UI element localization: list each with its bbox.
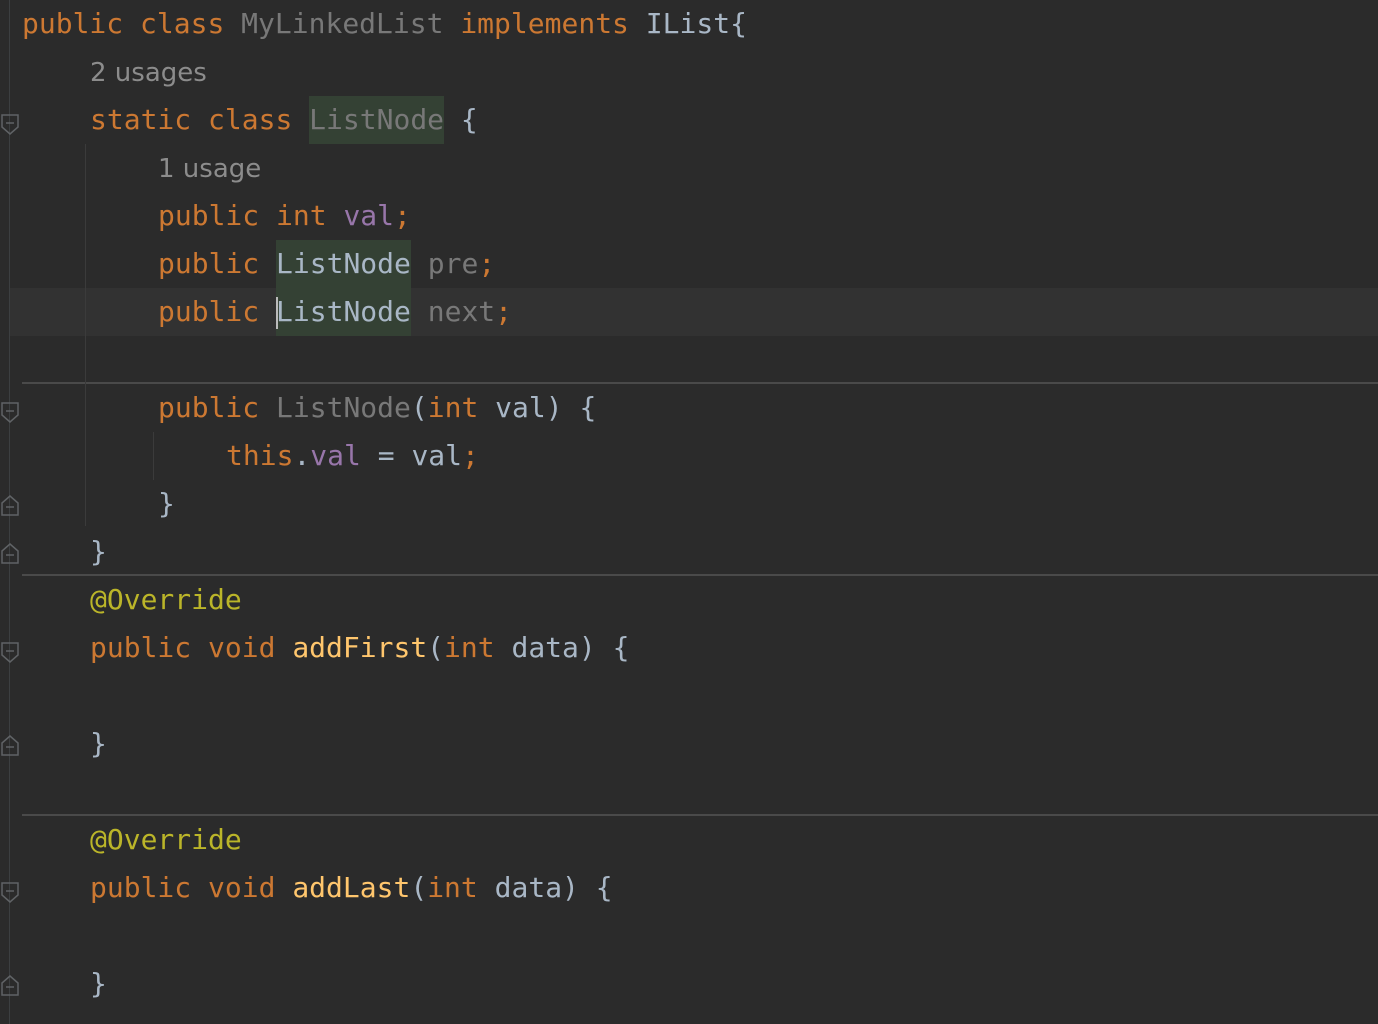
code-token: val) {: [495, 391, 597, 424]
code-token: static: [90, 103, 209, 136]
code-token: int: [276, 199, 344, 232]
usage-count-label[interactable]: 2 usages: [90, 49, 207, 97]
code-token: class: [140, 7, 242, 40]
fold-start-icon[interactable]: [1, 114, 19, 136]
code-token: data) {: [494, 871, 613, 904]
fold-end-icon[interactable]: [1, 734, 19, 756]
code-token: public: [158, 391, 277, 424]
code-token: {: [444, 103, 478, 136]
code-token: (: [410, 391, 428, 424]
code-line: @Override: [90, 816, 242, 864]
code-token: pre: [410, 247, 479, 280]
code-token: int: [427, 871, 495, 904]
code-token: (: [410, 871, 428, 904]
code-token: }: [90, 535, 107, 568]
code-line: public void addFirst(int data) {: [90, 624, 629, 672]
code-token: }: [90, 727, 107, 760]
fold-start-icon[interactable]: [1, 642, 19, 664]
code-token: addLast: [292, 871, 411, 904]
code-token: val: [310, 439, 361, 472]
code-token: public: [90, 631, 209, 664]
code-line: public ListNode next;: [158, 288, 512, 336]
code-line: public class MyLinkedList implements ILi…: [22, 0, 747, 48]
code-token: IList: [645, 7, 731, 40]
usage-count-label[interactable]: 1 usage: [158, 145, 261, 193]
fold-start-icon[interactable]: [1, 882, 19, 904]
code-token: addFirst: [292, 631, 428, 664]
code-token: public: [158, 295, 277, 328]
code-token: ;: [478, 247, 496, 280]
code-line: }: [90, 528, 107, 576]
code-token: (: [427, 631, 445, 664]
code-token: ;: [394, 199, 411, 232]
fold-end-icon[interactable]: [1, 974, 19, 996]
code-token: }: [158, 487, 175, 520]
code-token: implements: [460, 7, 646, 40]
usage-hint[interactable]: 1 usage: [158, 144, 261, 192]
code-token: public: [158, 199, 277, 232]
text-caret: [276, 297, 279, 329]
code-token: public: [90, 871, 209, 904]
code-token: }: [90, 967, 107, 1000]
code-token: .: [293, 439, 311, 472]
code-token: @Override: [90, 583, 242, 616]
code-token: class: [208, 103, 310, 136]
code-line: public void addLast(int data) {: [90, 864, 613, 912]
indent-guide: [85, 144, 86, 526]
fold-end-icon[interactable]: [1, 542, 19, 564]
code-token: this: [226, 439, 294, 472]
usage-hint[interactable]: 2 usages: [90, 48, 207, 96]
code-line: public int val;: [158, 192, 411, 240]
code-line: this.val = val;: [226, 432, 479, 480]
code-token: ;: [462, 439, 479, 472]
code-token: int: [444, 631, 512, 664]
code-token: public: [158, 247, 277, 280]
code-token: data) {: [511, 631, 630, 664]
code-line: }: [90, 960, 107, 1008]
code-token: void: [208, 631, 293, 664]
code-token: @Override: [90, 823, 242, 856]
code-line: public ListNode(int val) {: [158, 384, 596, 432]
fold-end-icon[interactable]: [1, 494, 19, 516]
code-line: }: [90, 720, 107, 768]
code-token: int: [427, 391, 496, 424]
code-line: public ListNode pre;: [158, 240, 495, 288]
code-token: ;: [495, 295, 513, 328]
indent-guide: [153, 432, 154, 480]
code-token: next: [410, 295, 496, 328]
code-token: ListNode: [276, 391, 411, 424]
code-token: ListNode: [309, 96, 445, 144]
code-line: }: [158, 480, 175, 528]
code-line: static class ListNode {: [90, 96, 478, 144]
code-token: MyLinkedList: [241, 7, 461, 40]
code-token: public: [22, 7, 141, 40]
code-token: {: [730, 7, 747, 40]
code-editor[interactable]: public class MyLinkedList implements ILi…: [0, 0, 1378, 1024]
code-line: @Override: [90, 576, 242, 624]
code-token: void: [208, 871, 293, 904]
code-token: ListNode: [276, 240, 411, 288]
code-token: val: [343, 199, 395, 232]
code-token: ListNode: [276, 288, 411, 336]
fold-start-icon[interactable]: [1, 402, 19, 424]
code-token: = val: [360, 439, 463, 472]
